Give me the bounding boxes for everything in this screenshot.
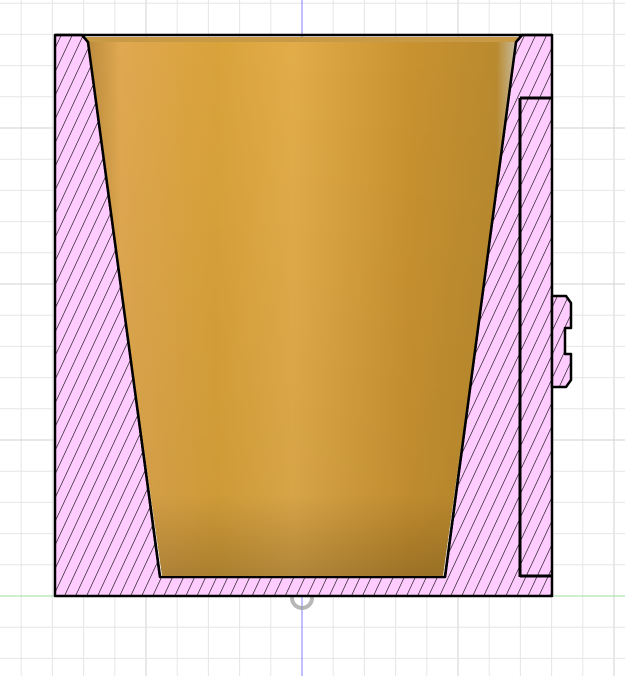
viewport-canvas[interactable] [0,0,625,676]
section-tab[interactable] [550,294,573,389]
cad-viewport[interactable] [0,0,625,676]
cup-rim [86,37,518,42]
cup-shading [86,37,518,576]
